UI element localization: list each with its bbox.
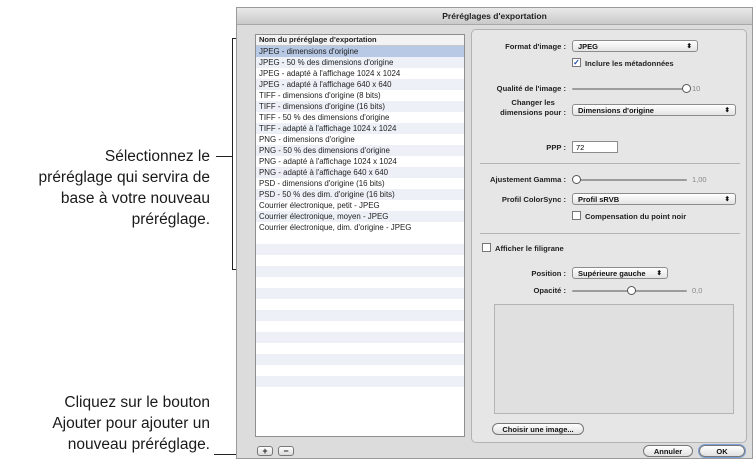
empty-list-row [256,310,464,321]
section-divider [480,233,740,234]
gamma-value: 1,00 [692,175,707,184]
watermark-preview-well[interactable] [494,304,734,414]
section-divider [480,163,740,164]
preset-list-item[interactable]: PNG - 50 % des dimensions d'origine [256,145,464,156]
empty-list-row [256,354,464,365]
popup-arrows-icon: ⬍ [724,107,730,114]
colorsync-label: Profil ColorSync : [501,195,566,204]
callout-line: nouveau préréglage. [67,436,210,453]
colorsync-popup[interactable]: Profil sRVB ⬍ [572,193,736,205]
quality-label: Qualité de l'image : [496,84,566,93]
empty-list-row [256,255,464,266]
empty-list-row [256,299,464,310]
preset-list-item[interactable]: Courrier électronique, petit - JPEG [256,200,464,211]
resize-label-line: dimensions pour : [500,108,566,117]
add-preset-button[interactable]: + [257,446,273,456]
preset-list-item[interactable]: PNG - adapté à l'affichage 640 x 640 [256,167,464,178]
preset-list-item[interactable]: TIFF - dimensions d'origine (8 bits) [256,90,464,101]
empty-list-row [256,365,464,376]
position-label: Position : [531,269,566,278]
empty-list-row [256,266,464,277]
preset-list-item[interactable]: JPEG - adapté à l'affichage 640 x 640 [256,79,464,90]
position-value: Supérieure gauche [578,269,646,278]
cancel-button[interactable]: Annuler [643,445,693,457]
preset-list-item[interactable]: TIFF - 50 % des dimensions d'origine [256,112,464,123]
dialog-title: Préréglages d'exportation [237,8,752,25]
watermark-label: Afficher le filigrane [495,244,564,253]
callout-line: Sélectionnez le [104,148,210,165]
preset-list-header[interactable]: Nom du préréglage d'exportation [256,35,464,46]
preset-list-item[interactable]: JPEG - 50 % des dimensions d'origine [256,57,464,68]
check-icon: ✓ [573,58,580,67]
format-popup[interactable]: JPEG ⬍ [572,40,698,52]
callout-add-button: Cliquez sur le bouton Ajouter pour ajout… [0,392,210,455]
resize-label: Changer les dimensions pour : [500,98,566,118]
empty-list-row [256,288,464,299]
gamma-slider-knob[interactable] [572,175,581,184]
resize-value: Dimensions d'origine [578,106,654,115]
ok-button[interactable]: OK [699,445,745,457]
ppp-label: PPP : [546,143,566,152]
resize-label-line: Changer les [511,98,555,107]
preset-list-item[interactable]: Courrier électronique, moyen - JPEG [256,211,464,222]
empty-list-row [256,233,464,244]
callout-select-preset: Sélectionnez le préréglage qui servira d… [0,146,210,230]
empty-list-row [256,332,464,343]
popup-arrows-icon: ⬍ [724,196,730,203]
resize-popup[interactable]: Dimensions d'origine ⬍ [572,104,736,116]
position-popup[interactable]: Supérieure gauche ⬍ [572,267,668,279]
export-presets-dialog: Préréglages d'exportation Nom du prérégl… [236,7,753,459]
format-value: JPEG [578,42,599,51]
opacity-label: Opacité : [533,286,567,295]
opacity-value: 0,0 [692,286,703,295]
black-point-label: Compensation du point noir [585,212,687,221]
callout-leader-line [216,156,232,157]
preset-list-item[interactable]: PSD - dimensions d'origine (16 bits) [256,178,464,189]
include-metadata-label: Inclure les métadonnées [585,59,674,68]
ppp-field[interactable]: 72 [572,141,618,153]
popup-arrows-icon: ⬍ [656,270,662,277]
preset-list-item[interactable]: TIFF - adapté à l'affichage 1024 x 1024 [256,123,464,134]
choose-image-button[interactable]: Choisir une image... [492,423,584,435]
watermark-checkbox[interactable] [482,243,491,252]
preset-list[interactable]: Nom du préréglage d'exportation JPEG - d… [255,34,465,437]
empty-list-row [256,376,464,387]
preset-list-item[interactable]: TIFF - dimensions d'origine (16 bits) [256,101,464,112]
empty-list-row [256,321,464,332]
callout-line: préréglage qui servira de [38,169,210,186]
format-label: Format d'image : [505,42,566,51]
callout-line: préréglage. [131,211,210,228]
gamma-slider-track[interactable] [572,179,687,181]
quality-value: 10 [692,84,701,93]
quality-slider-track[interactable] [572,88,687,90]
preset-list-item[interactable]: Courrier électronique, dim. d'origine - … [256,222,464,233]
empty-list-row [256,277,464,288]
preset-settings-panel: Format d'image : JPEG ⬍ ✓ Inclure les mé… [471,29,747,443]
quality-slider-knob[interactable] [682,84,691,93]
include-metadata-checkbox[interactable]: ✓ [572,58,581,67]
preset-list-item[interactable]: JPEG - dimensions d'origine [256,46,464,57]
remove-preset-button[interactable]: − [278,446,294,456]
preset-list-item[interactable]: PNG - adapté à l'affichage 1024 x 1024 [256,156,464,167]
preset-list-item[interactable]: PSD - 50 % des dim. d'origine (16 bits) [256,189,464,200]
callout-line: Cliquez sur le bouton [64,394,210,411]
empty-list-row [256,343,464,354]
popup-arrows-icon: ⬍ [686,43,692,50]
preset-list-item[interactable]: PNG - dimensions d'origine [256,134,464,145]
black-point-checkbox[interactable] [572,211,581,220]
gamma-label: Ajustement Gamma : [490,175,566,184]
empty-list-row [256,387,464,398]
colorsync-value: Profil sRVB [578,195,620,204]
preset-list-item[interactable]: JPEG - adapté à l'affichage 1024 x 1024 [256,68,464,79]
empty-list-row [256,244,464,255]
opacity-slider-knob[interactable] [627,286,636,295]
callout-line: base à votre nouveau [60,190,210,207]
callout-line: Ajouter pour ajouter un [52,415,210,432]
